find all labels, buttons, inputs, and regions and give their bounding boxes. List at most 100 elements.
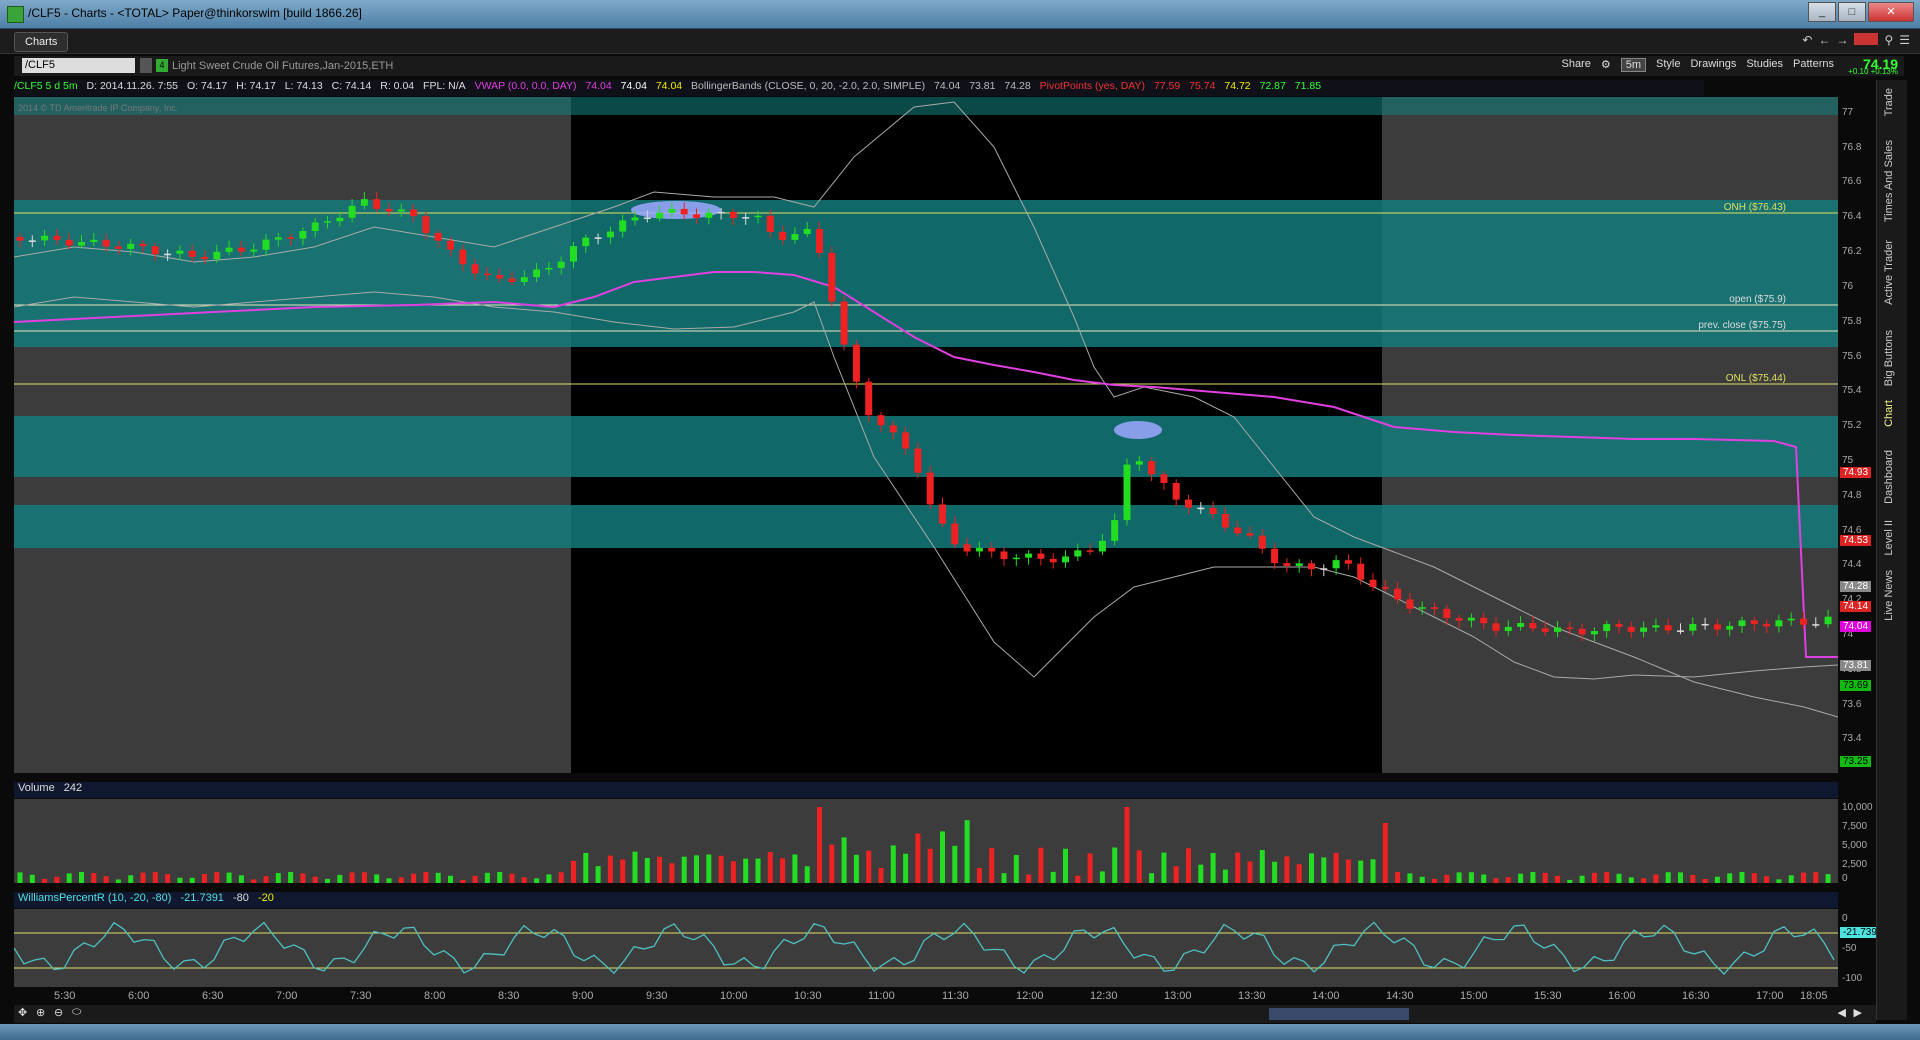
volume-bar — [1788, 875, 1794, 883]
side-tab-live-news[interactable]: Live News — [1883, 570, 1895, 621]
candle — [16, 237, 24, 241]
volume-bar — [42, 878, 48, 883]
candle — [1258, 535, 1266, 549]
candle — [262, 239, 270, 250]
settings-icon[interactable]: ⚙ — [1601, 58, 1611, 72]
pan-icon[interactable]: ✥ — [18, 1006, 27, 1019]
williams-chart[interactable] — [14, 909, 1838, 987]
close-button[interactable]: ✕ — [1868, 2, 1914, 22]
vwap-label[interactable]: VWAP (0.0, 0.0, DAY) — [475, 80, 577, 92]
minimize-button[interactable]: _ — [1808, 2, 1836, 22]
fit-icon[interactable]: ⬭ — [72, 1006, 81, 1019]
link-icon[interactable]: ⚲ — [1884, 33, 1893, 47]
menu-icon[interactable]: ☰ — [1899, 33, 1910, 47]
volume-bar — [325, 878, 330, 883]
candle — [1062, 556, 1069, 563]
williams-pane[interactable] — [14, 909, 1838, 987]
pivot-label[interactable]: PivotPoints (yes, DAY) — [1040, 80, 1145, 92]
zoom-in-icon[interactable]: ⊕ — [36, 1006, 45, 1019]
volume-bar — [1456, 872, 1462, 883]
vwap-value: 74.04 — [620, 80, 647, 92]
candle — [1148, 461, 1156, 475]
side-tab-active-trader[interactable]: Active Trader — [1883, 240, 1895, 305]
volume-bar — [903, 853, 909, 883]
candle — [1664, 625, 1672, 631]
forward-icon[interactable]: → — [1836, 33, 1848, 47]
app-icon — [7, 6, 24, 23]
undo-icon[interactable]: ↶ — [1802, 33, 1812, 47]
time-axis-label: 12:00 — [1016, 990, 1044, 1002]
volume-bar — [1481, 874, 1487, 883]
volume-bar — [66, 873, 72, 883]
price-chart[interactable]: ONH ($76.43) open ($75.9) prev. close ($… — [14, 97, 1838, 773]
volume-bar — [202, 874, 207, 883]
volume-bar — [1001, 873, 1007, 883]
candle — [988, 547, 996, 552]
candle — [1086, 550, 1094, 552]
price-chart-pane[interactable]: ONH ($76.43) open ($75.9) prev. close ($… — [14, 97, 1838, 773]
volume-label[interactable]: Volume — [18, 782, 55, 794]
candle — [1234, 527, 1242, 534]
symbol-dropdown-icon[interactable] — [140, 58, 152, 73]
side-tab-big-buttons[interactable]: Big Buttons — [1883, 330, 1895, 386]
volume-bar — [1247, 861, 1253, 883]
candle — [1775, 620, 1783, 627]
back-icon[interactable]: ← — [1818, 33, 1830, 47]
candle — [1025, 553, 1033, 558]
side-tab-level-ii[interactable]: Level II — [1883, 520, 1895, 555]
side-tab-dashboard[interactable]: Dashboard — [1883, 450, 1895, 504]
candle — [1185, 499, 1192, 508]
candle — [631, 217, 639, 221]
candle — [1271, 548, 1279, 564]
volume-bar — [1099, 871, 1105, 883]
candle — [1578, 628, 1586, 635]
volume-axis-label: 2,500 — [1842, 859, 1868, 870]
volume-bar — [460, 879, 466, 883]
volume-pane[interactable] — [14, 799, 1838, 883]
candle — [1123, 464, 1131, 521]
candle — [1726, 626, 1734, 630]
patterns-button[interactable]: Patterns — [1793, 58, 1834, 72]
side-tab-times-and-sales[interactable]: Times And Sales — [1883, 140, 1895, 222]
candle — [237, 247, 245, 252]
volume-chart[interactable] — [14, 799, 1838, 883]
volume-bar — [644, 857, 650, 883]
scrollbar-thumb[interactable] — [1269, 1008, 1409, 1020]
volume-bar — [349, 872, 355, 883]
price-axis[interactable]: 77 76.8 76.6 76.4 76.2 76 75.8 75.6 75.4… — [1838, 97, 1876, 773]
candle — [557, 261, 565, 268]
volume-bar — [1813, 872, 1819, 883]
zoom-out-icon[interactable]: ⊖ — [54, 1006, 63, 1019]
drawings-button[interactable]: Drawings — [1690, 58, 1736, 72]
williams-label[interactable]: WilliamsPercentR (10, -20, -80) — [18, 892, 171, 904]
candle — [1221, 513, 1229, 528]
volume-bar — [1641, 878, 1647, 883]
volume-bar — [558, 872, 564, 883]
candle — [324, 221, 331, 223]
scroll-right-icon[interactable]: ▶ — [1854, 1006, 1862, 1019]
candle — [1394, 588, 1402, 600]
timeframe-button[interactable]: 5m — [1620, 58, 1646, 72]
scroll-left-icon[interactable]: ◀ — [1838, 1006, 1846, 1019]
tab-charts[interactable]: Charts — [14, 32, 69, 52]
volume-bar — [1653, 874, 1659, 883]
volume-bar — [521, 877, 527, 883]
symbol-input[interactable]: /CLF5 — [22, 58, 135, 73]
candle — [1369, 579, 1377, 587]
style-button[interactable]: Style — [1656, 58, 1680, 72]
candle — [779, 232, 787, 240]
candle — [508, 278, 516, 282]
maximize-button[interactable]: □ — [1838, 2, 1866, 22]
side-tab-trade[interactable]: Trade — [1883, 88, 1895, 116]
volume-bar — [374, 874, 380, 883]
side-tab-chart[interactable]: Chart — [1883, 400, 1895, 427]
bb-label[interactable]: BollingerBands (CLOSE, 0, 20, -2.0, 2.0,… — [691, 80, 925, 92]
studies-button[interactable]: Studies — [1746, 58, 1783, 72]
volume-bar — [361, 872, 367, 883]
volume-bar — [620, 859, 626, 883]
time-axis-label: 8:30 — [498, 990, 520, 1002]
volume-bar — [571, 860, 576, 883]
volume-bar — [1591, 872, 1597, 883]
color-scheme-icon[interactable] — [1854, 33, 1879, 45]
share-button[interactable]: Share — [1561, 58, 1590, 72]
